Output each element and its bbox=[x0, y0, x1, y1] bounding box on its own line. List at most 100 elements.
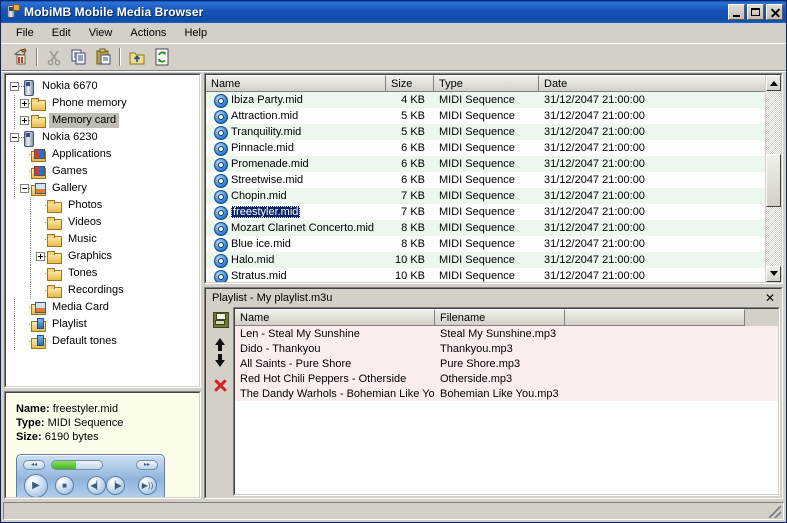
playlist-column-header-blank[interactable] bbox=[565, 309, 745, 326]
resize-grip[interactable] bbox=[769, 506, 781, 518]
playlist-row[interactable]: Len - Steal My Sunshine Steal My Sunshine… bbox=[235, 326, 778, 341]
cut-icon[interactable] bbox=[42, 46, 65, 68]
player-seek-row: ◂◂ ▸▸ bbox=[23, 459, 158, 470]
file-list-header[interactable]: Name Size Type Date bbox=[206, 75, 781, 92]
file-column-header-size[interactable]: Size bbox=[386, 75, 434, 92]
tree-expander-icon[interactable] bbox=[20, 112, 36, 129]
minimize-button[interactable] bbox=[728, 4, 745, 20]
tree-item-graphics[interactable]: Graphics bbox=[10, 248, 199, 265]
playlist-close-icon[interactable]: ✕ bbox=[763, 291, 777, 305]
midi-file-icon bbox=[213, 141, 228, 156]
tree-expander-icon[interactable] bbox=[10, 129, 26, 146]
file-column-header-name[interactable]: Name bbox=[206, 75, 386, 92]
file-row[interactable]: Promenade.mid 6 KB MIDI Sequence 31/12/2047… bbox=[206, 156, 781, 172]
tree-item-label: Media Card bbox=[52, 301, 109, 313]
file-row[interactable]: Streetwise.mid 6 KB MIDI Sequence 31/12/204… bbox=[206, 172, 781, 188]
tree-item-phone-memory[interactable]: Phone memory bbox=[10, 95, 199, 112]
menu-file[interactable]: File bbox=[7, 25, 43, 41]
maximize-button[interactable] bbox=[747, 4, 764, 20]
file-row[interactable]: Blue ice.mid 8 KB MIDI Sequence 31/12/2047 … bbox=[206, 236, 781, 252]
file-column-header-date[interactable]: Date bbox=[539, 75, 767, 92]
paste-icon[interactable] bbox=[92, 46, 115, 68]
copy-icon[interactable] bbox=[67, 46, 90, 68]
playlist-filename-cell: Pure Shore.mp3 bbox=[440, 357, 521, 370]
tree-item-gallery[interactable]: Gallery bbox=[10, 180, 199, 197]
file-list-view[interactable]: Name Size Type Date Ibiza Party.mid 4 KB MIDI… bbox=[206, 75, 781, 282]
tree-item-photos[interactable]: Photos bbox=[10, 197, 199, 214]
midi-file-icon bbox=[213, 189, 228, 204]
menu-edit[interactable]: Edit bbox=[43, 25, 80, 41]
tree-item-applications[interactable]: Applications bbox=[10, 146, 199, 163]
file-name-text: Promenade.mid bbox=[231, 158, 309, 170]
refresh-icon[interactable] bbox=[150, 46, 173, 68]
tools-icon[interactable] bbox=[9, 46, 32, 68]
playlist-column-header-filename[interactable]: Filename bbox=[435, 309, 565, 326]
next-button[interactable]: ▕▶ bbox=[106, 476, 125, 495]
playlist-body[interactable]: Len - Steal My Sunshine Steal My Sunshine… bbox=[235, 326, 778, 494]
menu-actions[interactable]: Actions bbox=[121, 25, 175, 41]
volume-button[interactable]: ▶)) bbox=[138, 476, 157, 495]
tree-expander-spacer bbox=[36, 197, 52, 214]
tree-expander-icon[interactable] bbox=[20, 95, 36, 112]
rewind-icon[interactable]: ◂◂ bbox=[23, 459, 45, 470]
progress-bar[interactable] bbox=[51, 459, 103, 470]
playlist-row[interactable]: All Saints - Pure Shore Pure Shore.mp3 bbox=[235, 356, 778, 371]
file-row[interactable]: Stratus.mid 10 KB MIDI Sequence 31/12/2047 … bbox=[206, 268, 781, 282]
tree-item-tones[interactable]: Tones bbox=[10, 265, 199, 282]
file-row[interactable]: freestyler.mid 7 KB MIDI Sequence 31/12/204… bbox=[206, 204, 781, 220]
playlist-header[interactable]: Name Filename bbox=[235, 309, 778, 326]
playlist-list-view[interactable]: Name Filename Len - Steal My Sunshine Stea… bbox=[235, 309, 778, 494]
file-row[interactable]: Chopin.mid 7 KB MIDI Sequence 31/12/2047 21… bbox=[206, 188, 781, 204]
tree-item-nokia-6670[interactable]: Nokia 6670 bbox=[10, 78, 199, 96]
file-row[interactable]: Tranquility.mid 5 KB MIDI Sequence 31/12/20… bbox=[206, 124, 781, 140]
playlist-row[interactable]: Dido - Thankyou Thankyou.mp3 bbox=[235, 341, 778, 356]
file-row[interactable]: Ibiza Party.mid 4 KB MIDI Sequence 31/12/20… bbox=[206, 92, 781, 108]
tree-item-games[interactable]: Games bbox=[10, 163, 199, 180]
playlist-row[interactable]: Red Hot Chili Peppers - Otherside Othersi… bbox=[235, 371, 778, 386]
menu-view[interactable]: View bbox=[80, 25, 122, 41]
up-folder-icon[interactable] bbox=[125, 46, 148, 68]
file-size-cell: 7 KB bbox=[401, 206, 425, 218]
tree-expander-icon[interactable] bbox=[10, 78, 26, 95]
scrollbar-thumb[interactable] bbox=[766, 154, 781, 207]
playlist-column-header-name[interactable]: Name bbox=[235, 309, 435, 326]
tree-item-media-card[interactable]: Media Card bbox=[10, 299, 199, 316]
tree-item-nokia-6230[interactable]: Nokia 6230 bbox=[10, 129, 199, 147]
device-tree[interactable]: Nokia 6670 Phone memory Memory card Nokia 6… bbox=[6, 75, 199, 386]
scroll-up-arrow[interactable] bbox=[766, 75, 781, 91]
playlist-row[interactable]: The Dandy Warhols - Bohemian Like You Boh… bbox=[235, 386, 778, 401]
device-tree-panel: Nokia 6670 Phone memory Memory card Nokia 6… bbox=[4, 73, 201, 388]
file-list-scrollbar[interactable] bbox=[765, 75, 781, 282]
remove-entry-button[interactable] bbox=[210, 376, 230, 394]
tree-item-playlist[interactable]: Playlist bbox=[10, 316, 199, 333]
file-column-header-type[interactable]: Type bbox=[434, 75, 539, 92]
scrollbar-track[interactable] bbox=[766, 91, 781, 266]
file-row[interactable]: Pinnacle.mid 6 KB MIDI Sequence 31/12/2047 … bbox=[206, 140, 781, 156]
file-size-cell: 10 KB bbox=[395, 254, 425, 266]
toolbar-separator-2 bbox=[117, 48, 123, 66]
tree-expander-icon[interactable] bbox=[36, 248, 52, 265]
stop-button[interactable]: ■ bbox=[55, 476, 74, 495]
fast-forward-icon[interactable]: ▸▸ bbox=[136, 459, 158, 470]
tree-item-recordings[interactable]: Recordings bbox=[10, 282, 199, 299]
scroll-down-arrow[interactable] bbox=[766, 266, 781, 282]
tree-item-videos[interactable]: Videos bbox=[10, 214, 199, 231]
file-row[interactable]: Attraction.mid 5 KB MIDI Sequence 31/12/204… bbox=[206, 108, 781, 124]
tree-indent bbox=[10, 163, 20, 180]
move-up-button[interactable] bbox=[210, 332, 230, 351]
save-playlist-button[interactable] bbox=[210, 310, 230, 328]
close-button[interactable] bbox=[766, 4, 783, 20]
file-name-text: Streetwise.mid bbox=[231, 174, 304, 186]
file-list-body[interactable]: Ibiza Party.mid 4 KB MIDI Sequence 31/12/20… bbox=[206, 92, 781, 282]
tree-item-memory-card[interactable]: Memory card bbox=[10, 112, 199, 129]
menu-help[interactable]: Help bbox=[175, 25, 216, 41]
info-type-line: Type: MIDI Sequence bbox=[16, 416, 199, 430]
previous-button[interactable]: ◀▏ bbox=[87, 476, 106, 495]
play-button[interactable]: ▶ bbox=[24, 473, 48, 497]
move-down-button[interactable] bbox=[210, 353, 230, 372]
file-row[interactable]: Mozart Clarinet Concerto.mid 8 KB MIDI Seq… bbox=[206, 220, 781, 236]
tree-item-default-tones[interactable]: Default tones bbox=[10, 333, 199, 350]
file-row[interactable]: Halo.mid 10 KB MIDI Sequence 31/12/2047 21:… bbox=[206, 252, 781, 268]
tree-expander-icon[interactable] bbox=[20, 180, 36, 197]
tree-item-music[interactable]: Music bbox=[10, 231, 199, 248]
